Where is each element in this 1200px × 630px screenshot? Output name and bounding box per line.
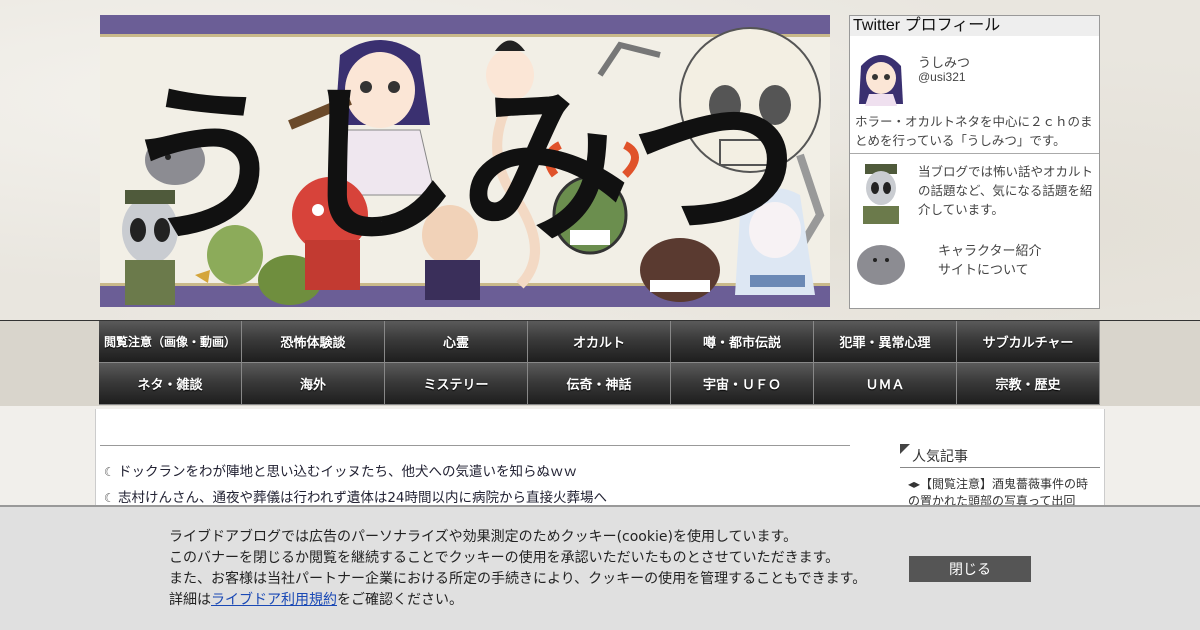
nav-item-mystery[interactable]: ミステリー [385, 363, 528, 405]
nav-item-disturbing[interactable]: 閲覧注意（画像・動画） [99, 321, 242, 363]
category-nav: 閲覧注意（画像・動画） 恐怖体験談 心霊 オカルト 噂・都市伝説 犯罪・異常心理… [99, 321, 1100, 405]
nav-item-crime[interactable]: 犯罪・異常心理 [814, 321, 957, 363]
cookie-text-line: 詳細はライブドア利用規約をご確認ください。 [169, 590, 866, 611]
content-divider [100, 445, 850, 446]
nav-item-horror-stories[interactable]: 恐怖体験談 [242, 321, 385, 363]
nav-item-religion-history[interactable]: 宗教・歴史 [957, 363, 1100, 405]
profile-avatar[interactable] [855, 46, 907, 106]
twitter-profile-widget: Twitter プロフィール うしみつ @usi321 ホラー・オカルトネタを中… [849, 15, 1100, 309]
site-logo-text: うしみつ [120, 66, 800, 266]
article-link[interactable]: ☾ ドックランをわが陣地と思い込むイッヌたち、他犬への気遣いを知らぬｗｗ [104, 460, 577, 480]
profile-name[interactable]: うしみつ [918, 52, 970, 71]
nav-item-chat[interactable]: ネタ・雑談 [99, 363, 242, 405]
sidebar-heading-label: 人気記事 [912, 449, 968, 465]
corner-triangle-icon [900, 444, 910, 454]
cookie-text-line: また、お客様は当社パートナー企業における所定の手続きにより、クッキーの使用を管理… [169, 571, 867, 587]
popular-articles-heading: 人気記事 [900, 444, 1100, 468]
cookie-text-line: このバナーを閉じるか閲覧を継続することでクッキーの使用を承認いただいたものとさせ… [169, 550, 840, 566]
crescent-moon-icon: ☾ [104, 465, 115, 479]
diamond-arrow-icon: ◂▸ [908, 477, 921, 491]
profile-title: Twitter プロフィール [850, 16, 1099, 36]
cookie-consent-text: ライブドアブログでは広告のパーソナライズや効果測定のためクッキー(cookie)… [169, 527, 866, 611]
nav-item-space-ufo[interactable]: 宇宙・ＵＦＯ [671, 363, 814, 405]
site-banner[interactable]: うしみつ [100, 15, 830, 307]
popular-article-title[interactable]: 【閲覧注意】酒鬼薔薇事件の時の置かれた頭部の写真って出回 [908, 477, 1088, 508]
cookie-close-button[interactable]: 閉じる [909, 556, 1031, 582]
profile-bio: ホラー・オカルトネタを中心に２ｃｈのまとめを行っている「うしみつ」です。 [855, 114, 1093, 148]
banner-illustration: うしみつ [120, 27, 825, 305]
alien-character-avatar [855, 162, 907, 224]
cookie-consent-banner: ライブドアブログでは広告のパーソナライズや効果測定のためクッキー(cookie)… [0, 505, 1200, 630]
pigeon-character-avatar [855, 240, 907, 286]
article-title[interactable]: 志村けんさん、通夜や葬儀は行われず遺体は24時間以内に病院から直接火葬場へ [118, 490, 607, 506]
nav-item-subculture[interactable]: サブカルチャー [957, 321, 1100, 363]
blog-description: 当ブログでは怖い話やオカルトの話題など、気になる話題を紹介しています。 [918, 164, 1094, 217]
crescent-moon-icon: ☾ [104, 491, 115, 505]
nav-item-mythology[interactable]: 伝奇・神話 [528, 363, 671, 405]
nav-item-urban-legends[interactable]: 噂・都市伝説 [671, 321, 814, 363]
article-link[interactable]: ☾ 志村けんさん、通夜や葬儀は行われず遺体は24時間以内に病院から直接火葬場へ [104, 486, 607, 506]
nav-item-overseas[interactable]: 海外 [242, 363, 385, 405]
nav-item-occult[interactable]: オカルト [528, 321, 671, 363]
profile-divider [850, 153, 1099, 154]
category-nav-bar: 閲覧注意（画像・動画） 恐怖体験談 心霊 オカルト 噂・都市伝説 犯罪・異常心理… [0, 320, 1200, 406]
nav-item-uma[interactable]: ＵＭＡ [814, 363, 957, 405]
cookie-details-suffix: をご確認ください。 [337, 592, 463, 608]
cookie-details-prefix: 詳細は [169, 592, 211, 608]
cookie-text-line: ライブドアブログでは広告のパーソナライズや効果測定のためクッキー(cookie)… [169, 529, 798, 545]
nav-item-spiritual[interactable]: 心霊 [385, 321, 528, 363]
terms-of-use-link[interactable]: ライブドア利用規約 [211, 592, 337, 608]
character-intro-link[interactable]: キャラクター紹介 [938, 240, 1041, 259]
profile-handle[interactable]: @usi321 [918, 70, 966, 84]
about-site-link[interactable]: サイトについて [938, 259, 1029, 278]
article-title[interactable]: ドックランをわが陣地と思い込むイッヌたち、他犬への気遣いを知らぬｗｗ [118, 464, 577, 480]
